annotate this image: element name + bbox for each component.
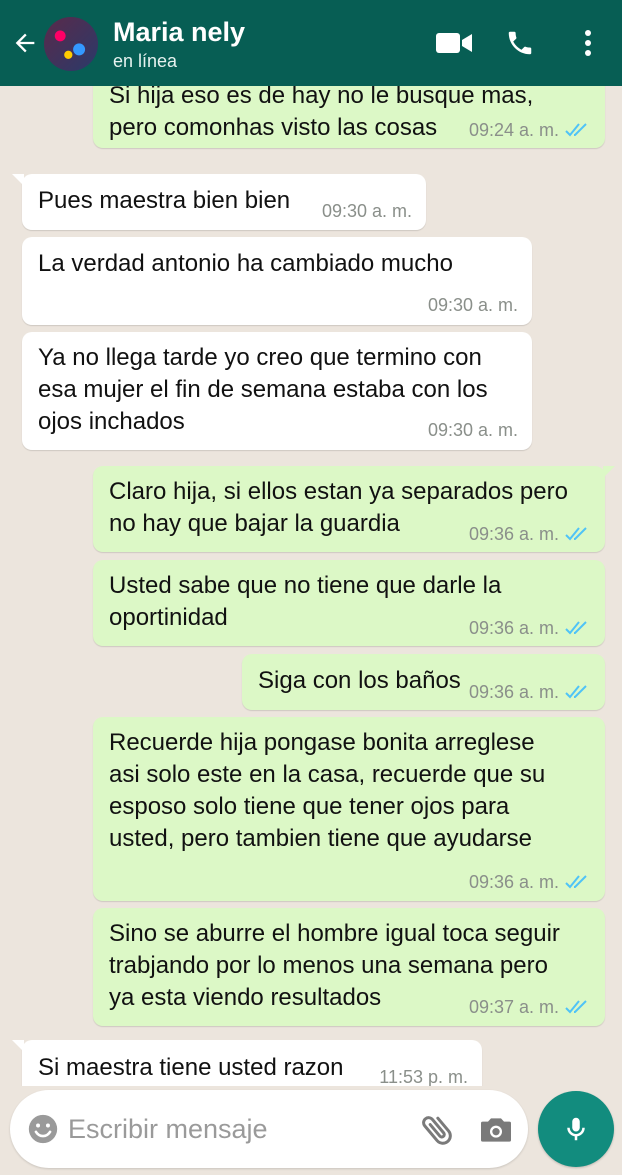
double-check-icon xyxy=(565,527,587,541)
message-text: Recuerde hija pongase bonita arreglese xyxy=(109,729,535,756)
message-bubble[interactable]: Recuerde hija pongase bonita arreglese a… xyxy=(93,717,605,901)
message-text: Sino se aburre el hombre igual toca segu… xyxy=(109,920,560,947)
message-meta: 09:36 a. m. xyxy=(469,682,591,702)
message-time: 09:36 a. m. xyxy=(468,682,559,702)
double-check-icon xyxy=(565,621,587,635)
message-text: asi solo este en la casa, recuerde que s… xyxy=(109,761,546,788)
attach-button[interactable] xyxy=(418,1110,458,1150)
more-options-button[interactable] xyxy=(574,26,602,60)
message-text: Ya no llega tarde yo creo que termino co… xyxy=(38,344,482,371)
chat-header: Maria nely en línea xyxy=(0,0,622,86)
contact-name: Maria nely xyxy=(113,17,246,47)
double-check-icon xyxy=(565,1000,587,1014)
message-composer xyxy=(10,1090,528,1168)
more-vert-icon xyxy=(585,30,591,56)
message-time: 09:36 a. m. xyxy=(468,872,559,892)
message-time: 09:37 a. m. xyxy=(468,997,559,1017)
message-bubble[interactable]: Pues maestra bien bien 09:30 a. m. xyxy=(12,174,426,230)
bubble-tail xyxy=(603,466,615,478)
message-meta: 09:30 a. m. xyxy=(428,295,518,315)
emoji-button[interactable] xyxy=(26,1112,60,1146)
message-time: 09:36 a. m. xyxy=(468,524,559,544)
message-input[interactable] xyxy=(68,1110,408,1148)
message-time: 09:30 a. m. xyxy=(427,420,518,440)
message-meta: 11:53 p. m. xyxy=(379,1067,468,1086)
message-meta: 09:30 a. m. xyxy=(428,420,518,440)
message-bubble[interactable]: Siga con los baños 09:36 a. m. xyxy=(242,654,605,710)
message-time: 09:24 a. m. xyxy=(468,120,559,140)
microphone-icon xyxy=(567,1117,585,1141)
message-meta: 09:36 a. m. xyxy=(469,524,591,544)
message-text: esposo solo tiene que tener ojos para xyxy=(109,793,510,820)
message-time: 11:53 p. m. xyxy=(379,1067,468,1086)
bubble-tail xyxy=(12,174,24,186)
message-bubble[interactable]: Si maestra tiene usted razon 11:53 p. m. xyxy=(12,1040,482,1086)
message-bubble[interactable]: Si hija eso es de hay no le busque mas, … xyxy=(93,86,605,148)
message-meta: 09:37 a. m. xyxy=(469,997,591,1017)
paperclip-icon xyxy=(422,1116,452,1145)
video-camera-icon xyxy=(436,33,472,53)
message-text: Claro hija, si ellos estan ya separados … xyxy=(109,478,568,505)
avatar[interactable] xyxy=(44,17,98,71)
contact-status: en línea xyxy=(113,51,178,71)
voice-message-button[interactable] xyxy=(538,1091,614,1167)
message-time: 09:36 a. m. xyxy=(468,618,559,638)
message-meta: 09:36 a. m. xyxy=(469,872,591,892)
message-bubble[interactable]: Usted sabe que no tiene que darle la opo… xyxy=(93,560,605,646)
bubble-tail xyxy=(12,1040,24,1052)
video-call-button[interactable] xyxy=(434,26,474,60)
message-text: Usted sabe que no tiene que darle la xyxy=(109,572,502,599)
double-check-icon xyxy=(565,875,587,889)
message-text: La verdad antonio ha cambiado mucho xyxy=(38,250,453,277)
camera-button[interactable] xyxy=(476,1110,516,1150)
message-text: Si hija eso es de hay no le busque mas, xyxy=(109,86,534,109)
message-meta: 09:36 a. m. xyxy=(469,618,591,638)
message-meta: 09:30 a. m. xyxy=(322,201,412,221)
message-bubble[interactable]: Claro hija, si ellos estan ya separados … xyxy=(93,466,615,552)
arrow-left-icon xyxy=(15,33,35,53)
message-text: esa mujer el fin de semana estaba con lo… xyxy=(38,376,488,403)
message-list[interactable]: Si hija eso es de hay no le busque mas, … xyxy=(0,86,622,1086)
phone-icon xyxy=(508,31,532,55)
message-bubble[interactable]: Sino se aburre el hombre igual toca segu… xyxy=(93,908,605,1026)
message-time: 09:30 a. m. xyxy=(427,295,518,315)
message-bubble[interactable]: La verdad antonio ha cambiado mucho 09:3… xyxy=(22,237,532,325)
message-time: 09:30 a. m. xyxy=(321,201,412,221)
message-bubble[interactable]: Ya no llega tarde yo creo que termino co… xyxy=(22,332,532,450)
message-text: trabjando por lo menos una semana pero xyxy=(109,952,548,979)
camera-icon xyxy=(481,1118,511,1142)
double-check-icon xyxy=(565,685,587,699)
back-button[interactable] xyxy=(10,26,40,60)
voice-call-button[interactable] xyxy=(502,26,538,60)
message-text: usted, pero tambien tiene que ayudarse xyxy=(109,825,532,852)
smiley-icon xyxy=(28,1114,58,1144)
message-meta: 09:24 a. m. xyxy=(469,120,591,140)
double-check-icon xyxy=(565,123,587,137)
contact-info[interactable]: Maria nely en línea xyxy=(113,16,245,72)
